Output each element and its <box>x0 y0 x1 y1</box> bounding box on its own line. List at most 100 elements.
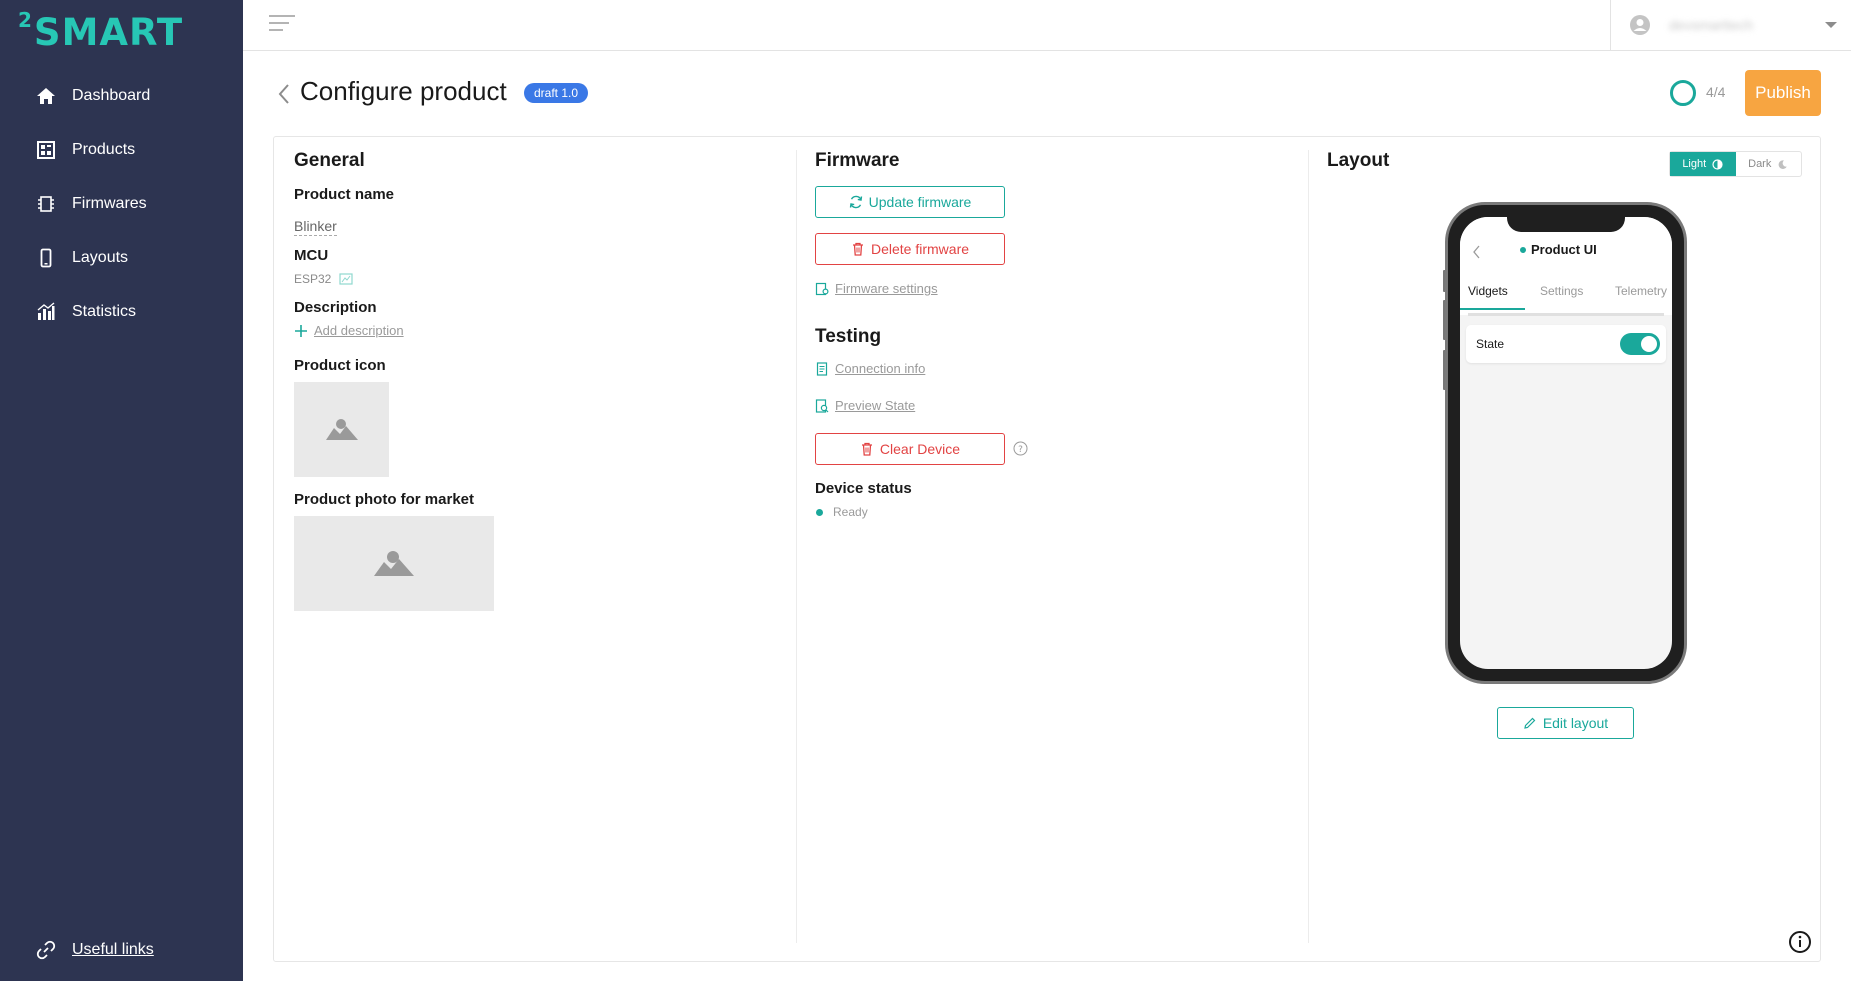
sidebar-item-label: Layouts <box>72 249 129 266</box>
add-description-label: Add description <box>314 323 404 338</box>
settings-doc-icon <box>815 282 829 295</box>
user-menu[interactable]: devsmarttech <box>1610 0 1851 50</box>
page-title: Configure product <box>300 76 507 106</box>
phone-screen: Product UI Vidgets Settings Telemetry St… <box>1460 217 1672 669</box>
description-label: Description <box>294 299 377 316</box>
svg-text:?: ? <box>1018 445 1023 455</box>
product-icon-label: Product icon <box>294 357 386 374</box>
phone-title: Product UI <box>1520 242 1597 257</box>
publish-button[interactable]: Publish <box>1745 70 1821 116</box>
connection-info-label: Connection info <box>835 361 926 376</box>
back-arrow-icon[interactable] <box>276 82 292 106</box>
logo-sup: 2 <box>18 8 33 32</box>
column-divider <box>796 150 797 943</box>
progress-count: 4/4 <box>1706 84 1726 100</box>
theme-dark-option[interactable]: Dark <box>1736 152 1802 176</box>
phone-notch <box>1507 210 1625 232</box>
status-dot <box>816 508 823 516</box>
sidebar-item-label: Dashboard <box>72 87 151 104</box>
username: devsmarttech <box>1669 17 1754 33</box>
progress-ring <box>1670 80 1696 106</box>
delete-firmware-label: Delete firmware <box>870 241 970 257</box>
menu-toggle-icon[interactable] <box>269 15 295 35</box>
sidebar-item-label: Firmwares <box>72 195 147 212</box>
phone-back-icon <box>1473 245 1480 259</box>
add-description-link[interactable]: Add description <box>294 323 404 338</box>
phone-tab-settings: Settings <box>1540 284 1584 298</box>
sidebar-item-label: Products <box>72 141 136 158</box>
mcu-value: ESP32 <box>294 272 353 286</box>
update-firmware-label: Update firmware <box>868 194 972 210</box>
product-photo-upload[interactable] <box>294 516 494 611</box>
sidebar-item-label: Statistics <box>72 303 137 320</box>
document-icon <box>816 361 828 376</box>
phone-tab-telemetry: Telemetry <box>1615 284 1668 298</box>
sidebar: 2SMART Dashboard Products Firmwares Layo… <box>0 0 243 981</box>
edit-mcu-icon[interactable] <box>339 273 353 285</box>
phone-widget-label: State <box>1476 337 1505 351</box>
product-photo-label: Product photo for market <box>294 491 475 508</box>
general-title: General <box>294 150 365 171</box>
draft-badge: draft 1.0 <box>524 83 589 103</box>
device-status-value: Ready <box>833 505 868 519</box>
theme-light-option[interactable]: Light <box>1670 152 1736 176</box>
refresh-icon <box>849 195 862 209</box>
products-icon <box>37 141 55 159</box>
trash-icon <box>852 242 863 256</box>
plus-icon <box>295 324 307 337</box>
column-divider <box>1308 150 1309 943</box>
preview-icon <box>815 398 829 413</box>
layout-title: Layout <box>1327 150 1390 171</box>
sidebar-item-firmwares[interactable]: Firmwares <box>36 189 147 219</box>
chevron-down-icon[interactable] <box>1825 22 1837 28</box>
device-status: Ready <box>816 505 868 519</box>
product-icon-upload[interactable] <box>294 382 389 477</box>
product-name-label: Product name <box>294 186 395 203</box>
clear-device-label: Clear Device <box>879 441 961 457</box>
edit-layout-button[interactable]: Edit layout <box>1497 707 1634 739</box>
sidebar-item-statistics[interactable]: Statistics <box>36 297 136 327</box>
preview-state-link[interactable]: Preview State <box>815 398 915 413</box>
logo[interactable]: 2SMART <box>18 8 183 54</box>
phone-tab-vidgets: Vidgets <box>1468 284 1508 298</box>
useful-links-label: Useful links <box>72 941 154 958</box>
phone-tab-indicator <box>1460 308 1525 310</box>
clear-device-button[interactable]: Clear Device <box>815 433 1005 465</box>
update-firmware-button[interactable]: Update firmware <box>815 186 1005 218</box>
user-avatar-icon <box>1630 15 1650 35</box>
connection-info-link[interactable]: Connection info <box>815 361 925 376</box>
edit-layout-label: Edit layout <box>1542 715 1609 731</box>
device-status-label: Device status <box>815 480 912 497</box>
image-placeholder-icon <box>325 418 358 440</box>
pencil-icon <box>1524 717 1536 729</box>
testing-title: Testing <box>815 326 882 347</box>
phone-icon <box>40 248 52 268</box>
mcu-value-text: ESP32 <box>294 272 332 286</box>
mcu-label: MCU <box>294 247 329 264</box>
theme-toggle: Light Dark <box>1669 151 1802 177</box>
help-icon[interactable]: ? <box>1013 441 1028 456</box>
sidebar-item-dashboard[interactable]: Dashboard <box>36 81 150 111</box>
theme-light-label: Light <box>1682 158 1707 170</box>
trash-icon <box>861 442 872 456</box>
topbar: devsmarttech <box>243 0 1851 51</box>
chip-icon <box>38 196 54 212</box>
phone-widget-toggle <box>1620 333 1660 355</box>
image-placeholder-icon <box>374 550 414 576</box>
moon-icon <box>1778 159 1788 169</box>
sidebar-item-layouts[interactable]: Layouts <box>36 243 128 273</box>
delete-firmware-button[interactable]: Delete firmware <box>815 233 1005 265</box>
theme-dark-label: Dark <box>1748 158 1772 170</box>
link-icon <box>36 940 56 960</box>
firmware-title: Firmware <box>815 150 900 171</box>
phone-status-dot <box>1520 246 1526 253</box>
phone-widget-card: State <box>1466 325 1666 363</box>
firmware-settings-link[interactable]: Firmware settings <box>815 281 938 296</box>
sidebar-item-products[interactable]: Products <box>36 135 135 165</box>
phone-title-text: Product UI <box>1531 242 1597 257</box>
logo-text: SMART <box>33 11 184 54</box>
info-icon[interactable] <box>1788 930 1812 954</box>
product-name-value[interactable]: Blinker <box>294 218 337 236</box>
useful-links[interactable]: Useful links <box>36 940 154 960</box>
chart-icon <box>37 302 55 320</box>
